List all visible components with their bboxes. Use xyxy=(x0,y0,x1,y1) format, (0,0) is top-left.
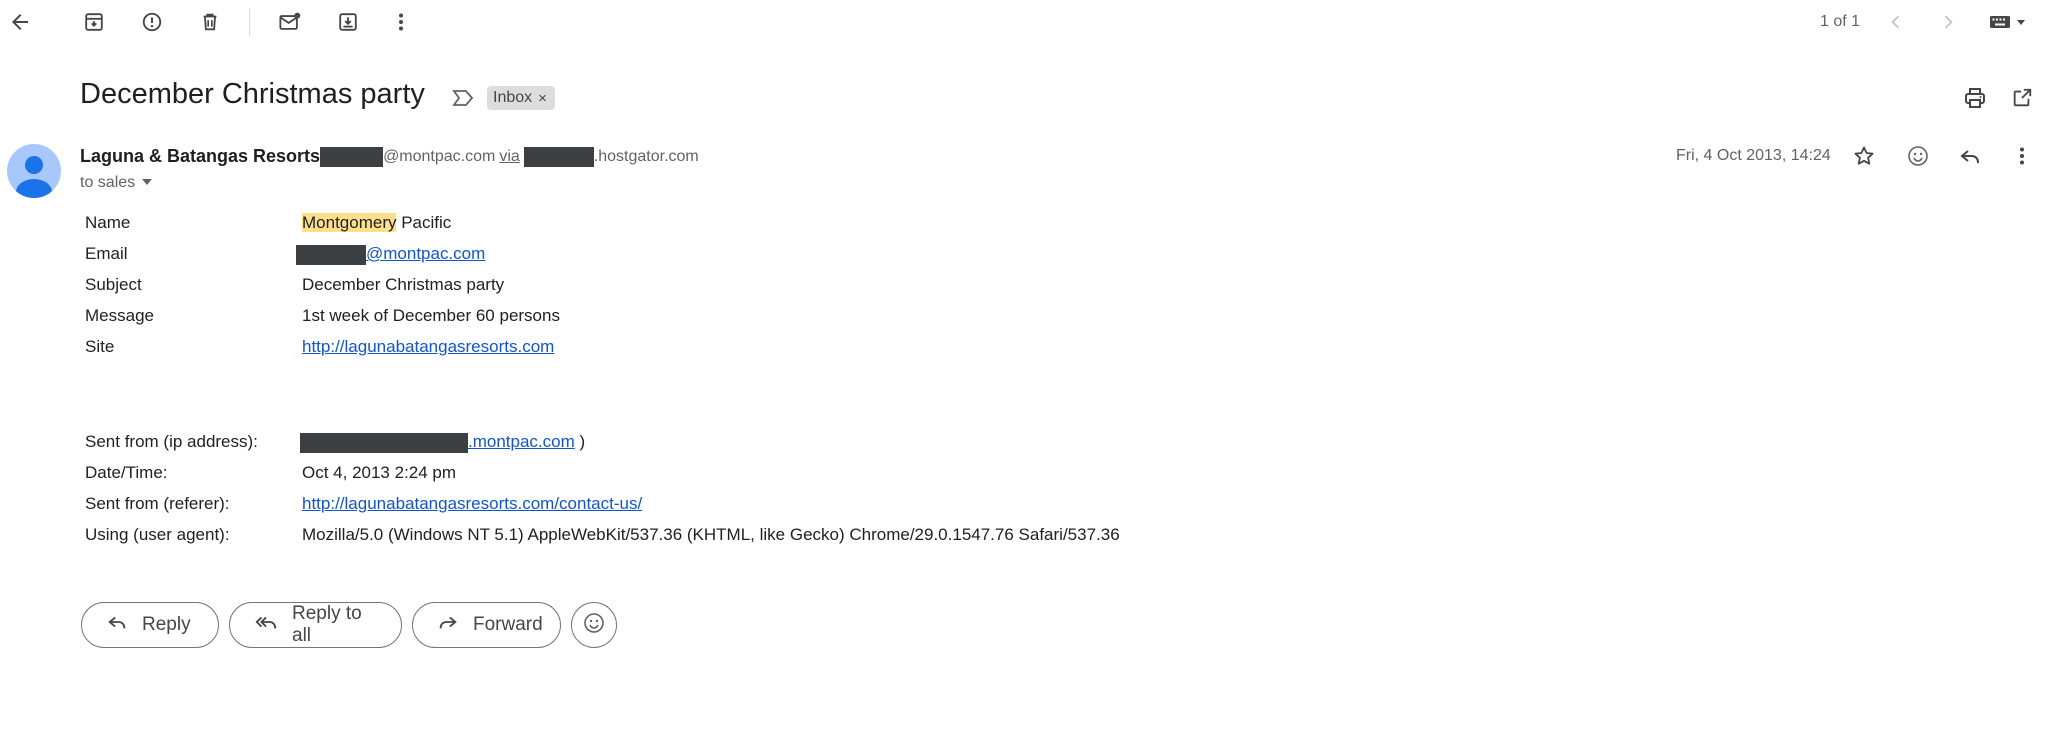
open-new-window-button[interactable] xyxy=(2002,78,2042,118)
more-vert-icon xyxy=(389,10,413,34)
name-rest: Pacific xyxy=(396,213,452,232)
site-link[interactable]: http://lagunabatangasresorts.com xyxy=(302,337,554,356)
older-button[interactable] xyxy=(1928,2,1968,42)
meta-value-referer: http://lagunabatangasresorts.com/contact… xyxy=(302,494,642,514)
redacted-block xyxy=(296,244,366,265)
emoji-icon xyxy=(582,611,606,640)
field-value-email: @montpac.com xyxy=(296,244,485,265)
open-in-new-icon xyxy=(2011,87,2033,109)
field-label-email: Email xyxy=(85,244,128,263)
move-to-icon xyxy=(337,11,359,33)
field-value-site: http://lagunabatangasresorts.com xyxy=(302,337,554,357)
redacted-block xyxy=(523,146,594,167)
reply-icon xyxy=(1958,144,1982,168)
sender-name[interactable]: Laguna & Batangas Resorts xyxy=(80,146,320,167)
more-vert-icon xyxy=(2010,144,2034,168)
forward-icon xyxy=(437,611,459,639)
recipient-text: to sales xyxy=(80,174,136,191)
importance-marker[interactable] xyxy=(443,78,483,118)
reply-button[interactable]: Reply xyxy=(81,602,219,648)
meta-label-user-agent: Using (user agent): xyxy=(85,525,230,544)
field-label-subject: Subject xyxy=(85,275,142,294)
archive-button[interactable] xyxy=(74,2,114,42)
more-options-button[interactable] xyxy=(381,2,421,42)
delete-button[interactable] xyxy=(190,2,230,42)
meta-value-ip: .montpac.com ) xyxy=(300,432,585,453)
meta-value-datetime: Oct 4, 2013 2:24 pm xyxy=(302,463,457,482)
inbox-label-text: Inbox xyxy=(493,89,533,106)
mark-unread-button[interactable] xyxy=(270,2,310,42)
field-value-name: Montgomery Pacific xyxy=(302,213,451,233)
reply-all-icon xyxy=(254,611,278,639)
keyboard-icon xyxy=(1989,13,2015,31)
recipient-line[interactable]: to sales xyxy=(80,174,153,192)
ip-suffix: ) xyxy=(574,432,586,451)
add-reaction-button[interactable] xyxy=(1898,136,1938,176)
field-label-site: Site xyxy=(85,337,115,356)
forward-button[interactable]: Forward xyxy=(412,602,561,648)
back-button[interactable] xyxy=(0,2,40,42)
arrow-back-icon xyxy=(8,10,32,34)
redacted-block xyxy=(320,146,384,167)
mark-unread-icon xyxy=(278,11,302,33)
via-domain: .hostgator.com xyxy=(593,147,699,165)
report-spam-button[interactable] xyxy=(132,2,172,42)
toolbar-separator xyxy=(249,8,250,36)
redacted-block xyxy=(300,432,468,453)
sender-line: Laguna & Batangas Resorts @montpac.com v… xyxy=(80,146,699,167)
label-importance-icon xyxy=(451,88,475,108)
field-value-subject: December Christmas party xyxy=(302,275,505,294)
add-reaction-bottom-button[interactable] xyxy=(571,602,617,648)
reply-all-button-label: Reply to all xyxy=(292,603,362,646)
via-link[interactable]: via xyxy=(499,148,519,166)
print-icon xyxy=(1963,86,1987,110)
email-subject: December Christmas party xyxy=(80,78,425,110)
forward-button-label: Forward xyxy=(473,614,543,635)
field-label-message: Message xyxy=(85,306,154,325)
input-tools-button[interactable] xyxy=(1982,2,2034,42)
reply-all-button[interactable]: Reply to all xyxy=(229,602,402,648)
field-value-message: 1st week of December 60 persons xyxy=(302,306,560,325)
reply-icon xyxy=(106,611,128,639)
message-more-button[interactable] xyxy=(2002,136,2042,176)
chevron-left-icon xyxy=(1886,12,1906,32)
sender-email: @montpac.com xyxy=(383,147,496,165)
chevron-right-icon xyxy=(1938,12,1958,32)
reply-button-label: Reply xyxy=(142,614,191,635)
star-button[interactable] xyxy=(1844,136,1884,176)
star-icon xyxy=(1852,144,1876,168)
remove-label-button[interactable]: × xyxy=(538,90,547,107)
emoji-icon xyxy=(1906,144,1930,168)
move-to-button[interactable] xyxy=(328,2,368,42)
meta-value-user-agent: Mozilla/5.0 (Windows NT 5.1) AppleWebKit… xyxy=(302,525,1120,544)
pagination-text: 1 of 1 xyxy=(1820,13,1861,30)
meta-label-referer: Sent from (referer): xyxy=(85,494,230,513)
archive-icon xyxy=(83,11,105,33)
caret-down-icon xyxy=(141,174,153,192)
meta-label-ip: Sent from (ip address): xyxy=(85,432,258,451)
newer-button[interactable] xyxy=(1876,2,1916,42)
ip-host-link[interactable]: .montpac.com xyxy=(468,432,575,451)
referer-link[interactable]: http://lagunabatangasresorts.com/contact… xyxy=(302,494,642,513)
report-spam-icon xyxy=(141,11,163,33)
email-link[interactable]: @montpac.com xyxy=(366,244,485,263)
inbox-label-chip: Inbox × xyxy=(487,86,555,110)
caret-down-icon xyxy=(2015,16,2027,28)
reply-icon-button[interactable] xyxy=(1950,136,1990,176)
sender-avatar[interactable] xyxy=(7,144,61,198)
print-button[interactable] xyxy=(1955,78,1995,118)
message-date: Fri, 4 Oct 2013, 14:24 xyxy=(1676,147,1831,164)
search-highlight: Montgomery xyxy=(302,213,397,232)
meta-label-datetime: Date/Time: xyxy=(85,463,168,482)
field-label-name: Name xyxy=(85,213,131,232)
trash-icon xyxy=(199,11,221,33)
